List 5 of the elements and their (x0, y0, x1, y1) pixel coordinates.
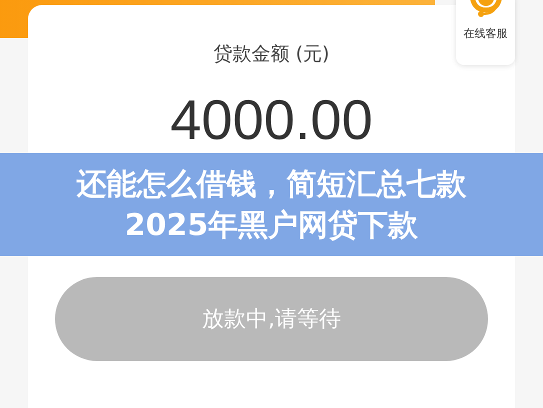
customer-service-button[interactable]: 在线客服 (456, 0, 515, 65)
amount-label: 贷款金额 (元) (214, 42, 330, 67)
loan-amount: 4000.00 (170, 87, 373, 152)
banner-title: 2025年黑户网贷下款 (124, 206, 418, 244)
banner-title: 还能怎么借钱，简短汇总七款 (76, 166, 466, 204)
